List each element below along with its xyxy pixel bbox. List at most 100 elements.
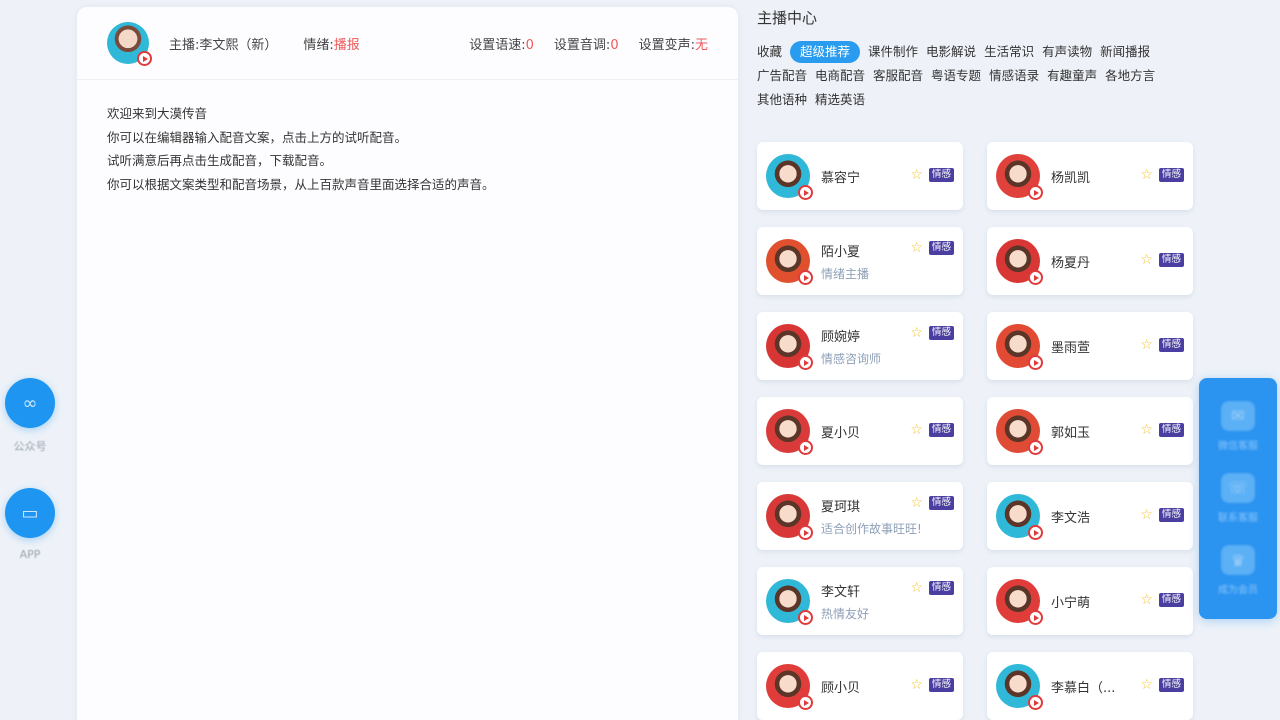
category-tag[interactable]: 超级推荐 [790,41,861,63]
voice-card[interactable]: 慕容宁 ☆ 情感 [757,142,963,210]
voice-card[interactable]: 夏珂琪 适合创作故事旺旺! ☆ 情感 [757,482,963,550]
category-tag[interactable]: 生活常识 [984,41,1034,63]
voice-card[interactable]: 郭如玉 ☆ 情感 [987,397,1193,465]
play-icon[interactable] [1028,440,1043,455]
voice-avatar[interactable] [766,409,813,455]
play-icon[interactable] [798,610,813,625]
star-icon[interactable]: ☆ [1140,593,1153,607]
official-account-link[interactable]: ∞ 公众号 [0,378,60,454]
play-icon[interactable] [798,525,813,540]
play-icon[interactable] [137,51,152,66]
voice-avatar[interactable] [766,154,813,200]
editor-panel: 主播:李文熙（新） 情绪:播报 设置语速:0 设置音调:0 设置变声:无 欢迎来… [77,7,738,720]
voice-card[interactable]: 陌小夏 情绪主播 ☆ 情感 [757,227,963,295]
voice-avatar[interactable] [996,324,1043,370]
star-icon[interactable]: ☆ [910,168,923,182]
voice-name: 夏珂琪 [821,499,861,515]
voice-avatar[interactable] [766,494,813,540]
category-tag[interactable]: 电商配音 [815,65,865,87]
pitch-setting[interactable]: 设置音调:0 [554,34,619,53]
star-icon[interactable]: ☆ [1140,508,1153,522]
voice-info: 李文浩 [1051,507,1090,526]
voice-info: 杨夏丹 [1051,252,1090,271]
star-icon[interactable]: ☆ [910,496,923,510]
voice-avatar[interactable] [766,239,813,285]
category-tag[interactable]: 收藏 [757,41,782,63]
play-icon[interactable] [798,270,813,285]
category-tag[interactable]: 广告配音 [757,65,807,87]
play-icon[interactable] [1028,695,1043,710]
category-tag[interactable]: 有声读物 [1042,41,1092,63]
star-icon[interactable]: ☆ [910,326,923,340]
voice-name: 李文轩 [821,584,861,600]
app-link[interactable]: ▭ APP [0,488,60,561]
play-icon[interactable] [798,185,813,200]
contact-service-button[interactable]: ☏ 联系客服 [1218,472,1258,524]
play-icon[interactable] [798,440,813,455]
play-icon[interactable] [1028,525,1043,540]
category-tag[interactable]: 课件制作 [868,41,918,63]
category-tag[interactable]: 粤语专题 [931,65,981,87]
voice-card[interactable]: 李慕白（... ☆ 情感 [987,652,1193,720]
voice-card[interactable]: 墨雨萱 ☆ 情感 [987,312,1193,380]
star-icon[interactable]: ☆ [910,581,923,595]
emotion-badge: 情感 [1158,593,1184,607]
anchor-avatar[interactable] [107,22,152,66]
category-tag[interactable]: 新闻播报 [1100,41,1150,63]
star-icon[interactable]: ☆ [1140,168,1153,182]
voice-avatar[interactable] [766,324,813,370]
voice-avatar[interactable] [996,664,1043,710]
play-icon[interactable] [798,695,813,710]
star-icon[interactable]: ☆ [1140,253,1153,267]
star-icon[interactable]: ☆ [910,423,923,437]
category-tag[interactable]: 情感语录 [989,65,1039,87]
speed-value: 0 [525,38,534,53]
speed-setting[interactable]: 设置语速:0 [469,34,534,53]
category-tag[interactable]: 电影解说 [926,41,976,63]
voice-card[interactable]: 小宁萌 ☆ 情感 [987,567,1193,635]
voice-actions: ☆ 情感 [910,241,954,255]
voice-card[interactable]: 夏小贝 ☆ 情感 [757,397,963,465]
voice-card[interactable]: 顾小贝 ☆ 情感 [757,652,963,720]
voice-avatar[interactable] [996,494,1043,540]
anchor-name[interactable]: 主播:李文熙（新） [169,34,277,53]
category-tag[interactable]: 各地方言 [1105,65,1155,87]
voice-info: 小宁萌 [1051,592,1090,611]
play-icon[interactable] [1028,270,1043,285]
voice-avatar[interactable] [996,579,1043,625]
voice-card[interactable]: 杨夏丹 ☆ 情感 [987,227,1193,295]
voice-list: 慕容宁 ☆ 情感 杨凯凯 ☆ 情感 陌小夏 情绪主播 ☆ 情感 杨夏丹 ☆ 情感 顾婉婷 情感咨询师 ☆ 情感墨… [757,142,1193,720]
star-icon[interactable]: ☆ [1140,423,1153,437]
category-tag[interactable]: 客服配音 [873,65,923,87]
category-tag[interactable]: 其他语种 [757,89,807,111]
star-icon[interactable]: ☆ [1140,338,1153,352]
editor-line: 你可以根据文案类型和配音场景，从上百款声音里面选择合适的声音。 [107,176,495,192]
text-editor[interactable]: 欢迎来到大漠传音 你可以在编辑器输入配音文案，点击上方的试听配音。 试听满意后再… [77,80,738,218]
voice-change-setting[interactable]: 设置变声:无 [639,34,708,53]
left-float-bar: ∞ 公众号 ▭ APP [0,378,60,595]
voice-name: 墨雨萱 [1051,340,1091,356]
voice-avatar[interactable] [996,409,1043,455]
voice-card[interactable]: 杨凯凯 ☆ 情感 [987,142,1193,210]
category-tag[interactable]: 精选英语 [815,89,865,111]
voice-avatar[interactable] [766,664,813,710]
play-icon[interactable] [1028,355,1043,370]
category-tag[interactable]: 有趣童声 [1047,65,1097,87]
play-icon[interactable] [798,355,813,370]
mood-setting[interactable]: 情绪:播报 [303,34,359,53]
voice-info: 墨雨萱 [1051,337,1090,356]
voice-avatar[interactable] [996,239,1043,285]
wechat-service-button[interactable]: ✉ 微信客服 [1218,400,1258,452]
star-icon[interactable]: ☆ [910,678,923,692]
voice-avatar[interactable] [996,154,1043,200]
voice-card[interactable]: 顾婉婷 情感咨询师 ☆ 情感 [757,312,963,380]
play-icon[interactable] [1028,185,1043,200]
play-icon[interactable] [1028,610,1043,625]
official-account-label: 公众号 [13,440,47,453]
become-member-button[interactable]: ♛ 成为会员 [1218,545,1258,596]
voice-avatar[interactable] [766,579,813,625]
voice-card[interactable]: 李文轩 热情友好 ☆ 情感 [757,567,963,635]
voice-card[interactable]: 李文浩 ☆ 情感 [987,482,1193,550]
star-icon[interactable]: ☆ [910,241,923,255]
star-icon[interactable]: ☆ [1140,678,1153,692]
